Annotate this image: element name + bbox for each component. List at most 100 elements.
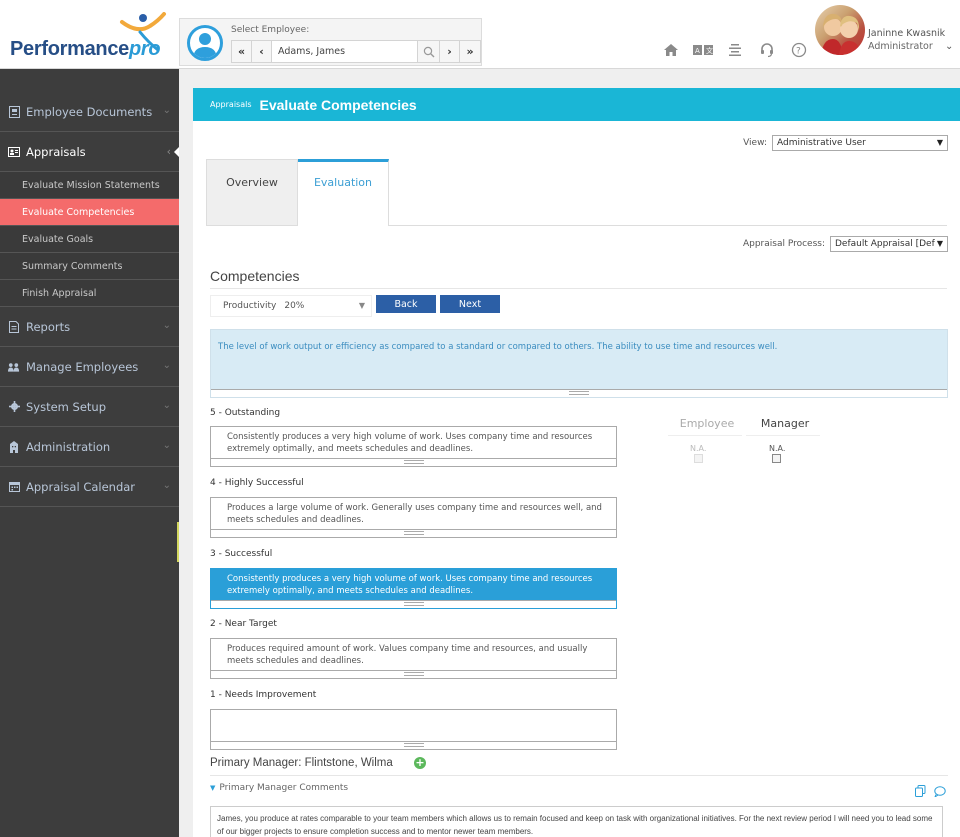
- rating-text: Produces required amount of work. Values…: [227, 644, 588, 666]
- first-employee-button[interactable]: «: [232, 41, 252, 62]
- next-button[interactable]: Next: [440, 295, 500, 313]
- search-employee-button[interactable]: [418, 41, 440, 62]
- next-employee-button[interactable]: ›: [440, 41, 460, 62]
- sidebar-item-employee-documents[interactable]: Employee Documents ⌄: [0, 92, 179, 132]
- view-select-value: Administrative User: [777, 138, 866, 148]
- appraisal-process-row: Appraisal Process: Default Appraisal [De…: [743, 236, 948, 252]
- sidebar-subitem-evaluate-goals[interactable]: Evaluate Goals: [0, 226, 179, 253]
- previous-employee-button[interactable]: ‹: [252, 41, 272, 62]
- sidebar-item-label: Reports: [26, 319, 71, 334]
- tab-divider: [389, 225, 947, 226]
- sidebar-item-administration[interactable]: Administration ⌄: [0, 427, 179, 467]
- resize-handle[interactable]: [211, 389, 947, 397]
- tab-overview[interactable]: Overview: [206, 159, 298, 226]
- tab-bar: Overview Evaluation: [206, 159, 389, 226]
- last-employee-button[interactable]: »: [460, 41, 480, 62]
- view-select[interactable]: Administrative User ▼: [772, 135, 948, 151]
- rating-label-1: 1 - Needs Improvement: [210, 690, 317, 700]
- rating-option-3[interactable]: Consistently produces a very high volume…: [210, 568, 617, 609]
- divider: [210, 775, 948, 776]
- top-header: Performancepro Select Employee: « ‹ Adam…: [0, 0, 960, 69]
- employee-avatar-icon: [187, 25, 223, 61]
- sidebar-item-appraisal-calendar[interactable]: Appraisal Calendar ⌄: [0, 467, 179, 507]
- rating-option-1[interactable]: [210, 709, 617, 750]
- rating-option-2[interactable]: Produces required amount of work. Values…: [210, 638, 617, 679]
- document-icon: [8, 105, 20, 118]
- resize-handle[interactable]: [211, 670, 616, 678]
- sidebar-item-label: Administration: [26, 439, 111, 454]
- comment-actions: [915, 782, 946, 801]
- user-avatar[interactable]: [815, 5, 865, 55]
- user-menu-chevron-down-icon[interactable]: ⌄: [945, 41, 953, 52]
- id-card-icon: [8, 146, 20, 158]
- competency-weight: 20%: [284, 301, 305, 311]
- sidebar-item-manage-employees[interactable]: Manage Employees ⌄: [0, 347, 179, 387]
- chevron-left-icon: ‹: [166, 145, 171, 158]
- sidebar-item-label: Employee Documents: [26, 104, 153, 119]
- breadcrumb[interactable]: Appraisals: [210, 100, 252, 109]
- support-icon[interactable]: [756, 40, 778, 60]
- list-icon[interactable]: [724, 40, 746, 60]
- search-icon: [423, 46, 434, 57]
- users-icon: [8, 361, 20, 373]
- caret-down-icon: ▼: [210, 784, 216, 792]
- resize-handle[interactable]: [211, 600, 616, 608]
- competency-description: The level of work output or efficiency a…: [210, 329, 948, 398]
- view-selector-row: View: Administrative User ▼: [743, 135, 948, 151]
- sidebar-item-appraisals[interactable]: Appraisals ‹: [0, 132, 180, 172]
- employee-input[interactable]: Adams, James: [272, 41, 418, 62]
- competency-select[interactable]: Productivity 20% ▼: [210, 295, 372, 317]
- employee-navigator: « ‹ Adams, James › »: [231, 40, 481, 63]
- home-icon[interactable]: [660, 40, 682, 60]
- resize-handle[interactable]: [211, 529, 616, 537]
- rating-option-5[interactable]: Consistently produces a very high volume…: [210, 426, 617, 467]
- back-button[interactable]: Back: [376, 295, 436, 313]
- language-icon[interactable]: A文: [692, 40, 714, 60]
- chevron-down-icon: ⌄: [162, 400, 171, 411]
- resize-handle[interactable]: [211, 458, 616, 466]
- sidebar-subitem-summary-comments[interactable]: Summary Comments: [0, 253, 179, 280]
- rating-text: Consistently produces a very high volume…: [227, 432, 593, 454]
- chevron-down-icon: ⌄: [162, 440, 171, 451]
- sidebar-item-label: Manage Employees: [26, 359, 139, 374]
- rating-text: Produces a large volume of work. General…: [227, 503, 602, 525]
- primary-manager-comment-textarea[interactable]: James, you produce at rates comparable t…: [210, 806, 943, 837]
- svg-text:文: 文: [706, 46, 713, 55]
- user-role: Administrator: [868, 41, 933, 52]
- rating-label-2: 2 - Near Target: [210, 619, 277, 629]
- calendar-icon: [8, 481, 20, 493]
- copy-icon[interactable]: [915, 782, 926, 801]
- resize-handle[interactable]: [211, 741, 616, 749]
- logo-text: Performancepro: [10, 38, 161, 60]
- chevron-down-icon: ⌄: [162, 480, 171, 491]
- svg-text:A: A: [695, 47, 700, 55]
- appraisal-process-select[interactable]: Default Appraisal [Defa ▼: [830, 236, 948, 252]
- help-icon[interactable]: ?: [788, 40, 810, 60]
- appraisal-process-label: Appraisal Process:: [742, 239, 825, 249]
- competencies-heading: Competencies: [210, 268, 300, 284]
- comments-label: Primary Manager Comments: [219, 783, 349, 793]
- sidebar-subitem-evaluate-competencies[interactable]: Evaluate Competencies: [0, 199, 179, 226]
- rating-label-4: 4 - Highly Successful: [210, 478, 304, 488]
- manager-na-checkbox[interactable]: [772, 454, 781, 463]
- rating-label-3: 3 - Successful: [210, 549, 273, 559]
- sidebar-item-label: Appraisals: [26, 144, 86, 159]
- sidebar-item-reports[interactable]: Reports ⌄: [0, 307, 179, 347]
- tab-evaluation[interactable]: Evaluation: [298, 159, 389, 226]
- primary-manager-comments-toggle[interactable]: ▼ Primary Manager Comments: [210, 783, 348, 793]
- comment-icon[interactable]: [933, 782, 946, 801]
- competency-name: Productivity: [223, 301, 277, 311]
- employee-selector: Select Employee: « ‹ Adams, James › »: [179, 18, 482, 66]
- sidebar-subitem-evaluate-mission-statements[interactable]: Evaluate Mission Statements: [0, 172, 179, 199]
- report-icon: [8, 320, 20, 333]
- sidebar-subitem-finish-appraisal[interactable]: Finish Appraisal: [0, 280, 179, 307]
- page-title-bar: Appraisals Evaluate Competencies: [193, 88, 960, 121]
- rating-option-4[interactable]: Produces a large volume of work. General…: [210, 497, 617, 538]
- divider: [668, 435, 742, 436]
- employee-column-header: Employee: [679, 417, 735, 430]
- add-circle-icon[interactable]: +: [414, 757, 426, 769]
- sidebar-item-label: Appraisal Calendar: [26, 479, 136, 494]
- sidebar-item-system-setup[interactable]: System Setup ⌄: [0, 387, 179, 427]
- chevron-down-icon: ⌄: [162, 320, 171, 331]
- performancepro-logo[interactable]: Performancepro: [10, 12, 170, 62]
